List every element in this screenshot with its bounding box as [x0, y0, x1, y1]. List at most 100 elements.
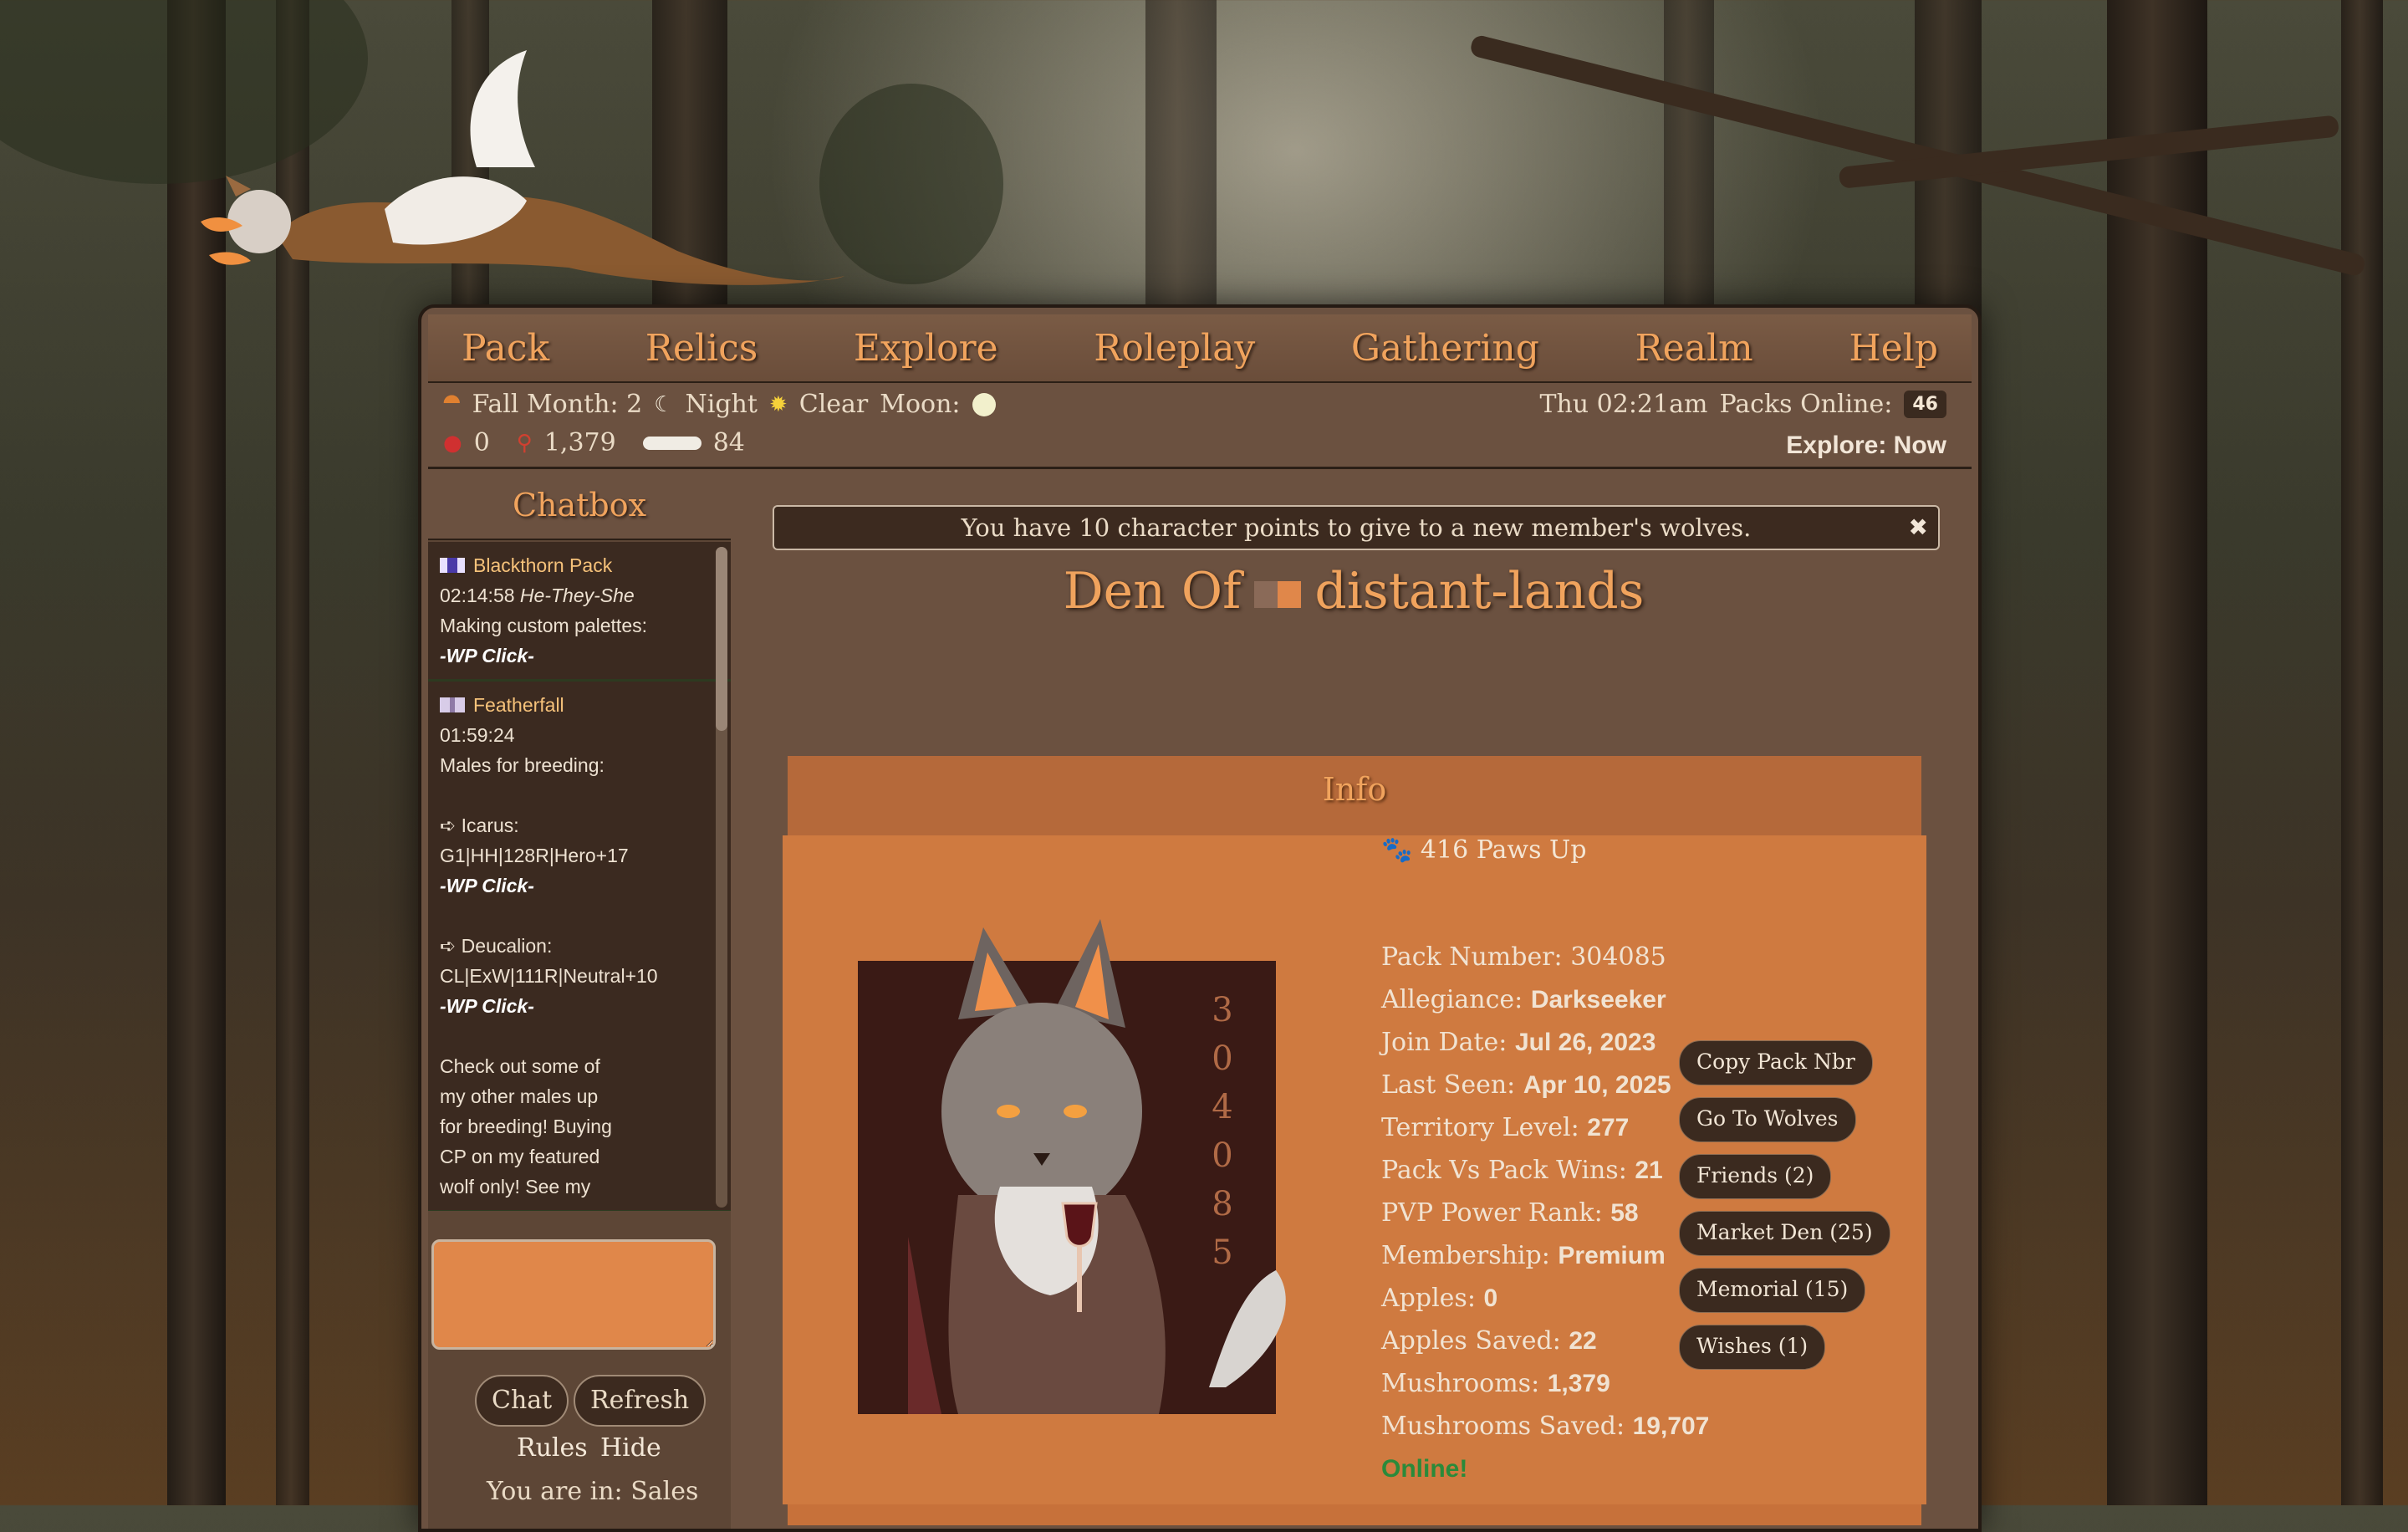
pack-flag-icon	[440, 558, 465, 573]
wp-click-link[interactable]: -WP Click-	[440, 871, 719, 901]
paws-up-text: 416 Paws Up	[1420, 835, 1587, 865]
season-text: Fall Month: 2	[472, 390, 643, 419]
friends-button[interactable]: Friends (2)	[1679, 1154, 1832, 1199]
stat-last-seen: Last Seen: Apr 10, 2025	[1381, 1070, 1671, 1100]
nav-gathering[interactable]: Gathering	[1351, 327, 1539, 370]
den-name: distant-lands	[1314, 562, 1645, 620]
chat-time: 02:14:58	[440, 585, 515, 606]
page-title: Den Of distant-lands	[739, 562, 1968, 620]
chat-message-input[interactable]	[431, 1239, 716, 1350]
stat-mushrooms-saved: Mushrooms Saved: 19,707	[1381, 1412, 1710, 1441]
chatbox-sidebar: Chatbox Blackthorn Pack 02:14:58 He-They…	[428, 472, 731, 1529]
chat-scrollbar[interactable]	[716, 547, 727, 1208]
moon-label: Moon:	[880, 390, 961, 419]
paws-up[interactable]: 🐾 416 Paws Up	[1381, 835, 1587, 865]
stat-pvp-rank: PVP Power Rank: 58	[1381, 1198, 1639, 1228]
chat-message: Blackthorn Pack 02:14:58 He-They-She Mak…	[428, 542, 731, 682]
stat-allegiance: Allegiance: Darkseeker	[1381, 985, 1666, 1014]
main-navigation: Pack Relics Explore Roleplay Gathering R…	[428, 314, 1972, 383]
den-content: You have 10 character points to give to …	[739, 472, 1972, 1529]
pack-flag-icon	[440, 697, 465, 712]
bone-icon	[642, 436, 701, 450]
chat-text: ➪ Deucalion:	[440, 935, 553, 957]
wolf-decoration-image	[201, 50, 844, 285]
wp-click-link[interactable]: -WP Click-	[440, 991, 719, 1021]
apples-count: 0	[473, 428, 490, 457]
chat-text: ➪ Icarus:	[440, 815, 519, 836]
stat-membership: Membership: Premium	[1381, 1241, 1666, 1270]
chat-text: Check out some of	[440, 1055, 600, 1077]
chat-message: Featherfall 01:59:24 Males for breeding:…	[428, 682, 731, 1211]
pack-flag-icon	[1254, 581, 1302, 609]
notice-text: You have 10 character points to give to …	[961, 513, 1752, 542]
wp-click-link[interactable]: -WP Click-	[440, 641, 719, 671]
pack-avatar-image: 304 085	[858, 919, 1286, 1414]
mushrooms-count: 1,379	[543, 428, 616, 457]
info-title: Info	[788, 756, 1921, 835]
stat-pvp-wins: Pack Vs Pack Wins: 21	[1381, 1156, 1663, 1185]
chat-button[interactable]: Chat	[475, 1375, 569, 1427]
status-bar: ⯊ Fall Month: 2 ☾ Night ✹ Clear Moon: Th…	[428, 383, 1972, 469]
close-icon[interactable]: ✖	[1909, 507, 1928, 549]
wolf-portrait	[908, 919, 1286, 1414]
chatbox-title: Chatbox	[428, 472, 731, 540]
explore-now-link[interactable]: Explore: Now	[1786, 432, 1946, 460]
chat-text: G1|HH|128R|Hero+17	[440, 845, 629, 866]
chat-text: wolf only! See my	[440, 1176, 591, 1198]
apple-icon: ●	[443, 430, 462, 456]
nav-realm[interactable]: Realm	[1635, 327, 1753, 370]
copy-pack-number-button[interactable]: Copy Pack Nbr	[1679, 1040, 1873, 1085]
stat-apples-saved: Apples Saved: 22	[1381, 1326, 1597, 1356]
moon-icon: ☾	[654, 391, 674, 417]
stat-join-date: Join Date: Jul 26, 2023	[1381, 1028, 1656, 1057]
stat-territory-level: Territory Level: 277	[1381, 1113, 1630, 1142]
chat-text: Males for breeding:	[440, 754, 605, 776]
mushroom-icon: ⚲	[516, 430, 533, 456]
weather-text: Clear	[798, 390, 869, 419]
paw-icon: 🐾	[1381, 835, 1413, 865]
chat-text: my other males up	[440, 1085, 599, 1107]
bones-count: 84	[712, 428, 745, 457]
den-prefix: Den Of	[1063, 562, 1242, 620]
pack-stats: Pack Number: 304085 Allegiance: Darkseek…	[1381, 936, 1709, 1490]
chat-log[interactable]: Blackthorn Pack 02:14:58 He-They-She Mak…	[428, 542, 731, 1211]
chat-text: CL|ExW|111R|Neutral+10	[440, 965, 658, 987]
leaf-icon: ⯊	[443, 391, 461, 416]
chat-pack-name[interactable]: Featherfall	[473, 690, 564, 720]
packs-online-badge: 46	[1904, 391, 1946, 418]
market-den-button[interactable]: Market Den (25)	[1679, 1211, 1890, 1256]
stat-apples: Apples: 0	[1381, 1284, 1498, 1313]
nav-explore[interactable]: Explore	[854, 327, 998, 370]
time-of-day-text: Night	[685, 390, 758, 419]
chat-scroll-thumb[interactable]	[716, 547, 727, 731]
go-to-wolves-button[interactable]: Go To Wolves	[1679, 1097, 1856, 1142]
nav-relics[interactable]: Relics	[645, 327, 758, 370]
info-panel: Info 🐾 416 Paws Up 304 085 Pack Number: …	[783, 756, 1926, 1525]
online-status: Online!	[1381, 1455, 1468, 1483]
chat-user: He-They-She	[519, 585, 635, 606]
refresh-button[interactable]: Refresh	[574, 1375, 707, 1427]
packs-online-label: Packs Online:	[1719, 390, 1893, 419]
stat-mushrooms: Mushrooms: 1,379	[1381, 1369, 1610, 1398]
wishes-button[interactable]: Wishes (1)	[1679, 1325, 1826, 1370]
chat-pack-name[interactable]: Blackthorn Pack	[473, 550, 612, 580]
chat-text: CP on my featured	[440, 1146, 600, 1167]
chat-text: for breeding! Buying	[440, 1116, 612, 1137]
chat-time: 01:59:24	[440, 724, 515, 746]
nav-roleplay[interactable]: Roleplay	[1094, 327, 1255, 370]
chat-text: Making custom palettes:	[440, 615, 648, 636]
datetime-text: Thu 02:21am	[1539, 390, 1708, 419]
location-text: You are in: Sales	[487, 1477, 699, 1506]
nav-pack[interactable]: Pack	[462, 327, 549, 370]
memorial-button[interactable]: Memorial (15)	[1679, 1268, 1866, 1313]
stat-pack-number: Pack Number: 304085	[1381, 942, 1666, 972]
hide-link[interactable]: Hide	[600, 1433, 661, 1463]
main-frame: Pack Relics Explore Roleplay Gathering R…	[418, 304, 1982, 1532]
sun-icon: ✹	[768, 391, 788, 417]
den-actions: Copy Pack Nbr Go To Wolves Friends (2) M…	[1679, 1040, 1890, 1381]
rules-link[interactable]: Rules	[517, 1433, 588, 1463]
nav-help[interactable]: Help	[1849, 327, 1938, 370]
info-body: 🐾 416 Paws Up 304 085 Pack Number: 30408…	[783, 835, 1926, 1504]
notice-banner: You have 10 character points to give to …	[773, 505, 1940, 550]
full-moon-icon	[972, 392, 996, 416]
